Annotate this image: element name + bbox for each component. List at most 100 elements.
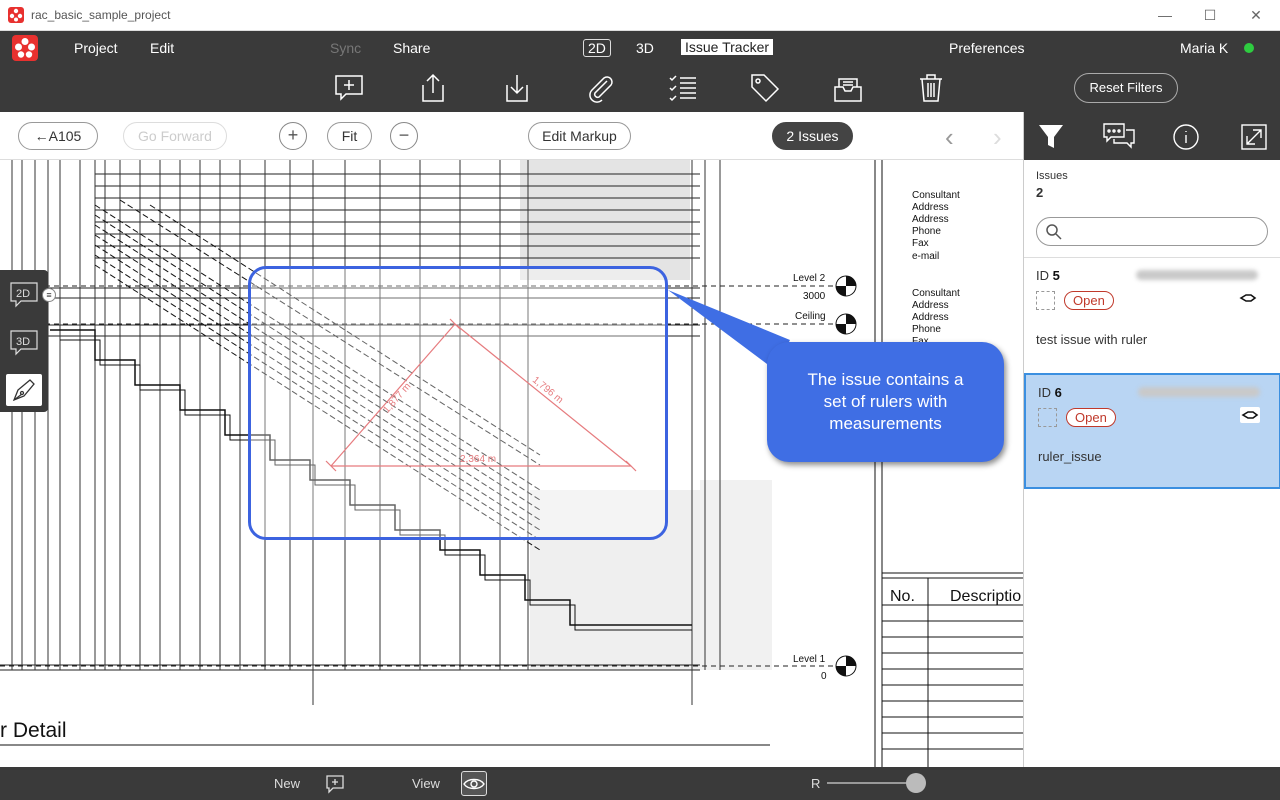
svg-text:Address: Address <box>912 214 949 225</box>
app-icon <box>8 7 24 23</box>
view-label: View <box>412 776 440 791</box>
level-1-label: Level 1 <box>793 654 826 665</box>
logo-icon <box>12 35 38 61</box>
issues-count: 2 <box>1036 185 1044 200</box>
online-status-icon <box>1244 43 1254 53</box>
minimize-button[interactable]: — <box>1154 4 1176 26</box>
menu-3d[interactable]: 3D <box>636 40 654 56</box>
menu-share[interactable]: Share <box>393 40 430 56</box>
slider-handle[interactable] <box>906 773 926 793</box>
next-arrow-icon[interactable]: › <box>993 122 1002 153</box>
issue-description: test issue with ruler <box>1036 332 1148 347</box>
menu-bar: Project Edit Sync Share 2D 3D Issue Trac… <box>0 31 1280 64</box>
side-view-toggle: 2D 3D ≡ <box>0 270 56 412</box>
window-title: rac_basic_sample_project <box>31 8 171 22</box>
redacted-author <box>1136 270 1258 280</box>
previous-arrow-icon[interactable]: ‹ <box>945 122 954 153</box>
new-issue-icon[interactable] <box>325 774 345 797</box>
level-markers: Level 2 3000 Ceiling Level 1 0 <box>793 273 857 682</box>
attachment-icon[interactable] <box>585 73 615 103</box>
comments-icon[interactable] <box>1102 122 1136 152</box>
ceiling-label: Ceiling <box>795 311 826 322</box>
fit-button[interactable]: Fit <box>327 122 372 150</box>
issues-label: Issues <box>1036 170 1068 182</box>
checklist-icon[interactable] <box>668 73 698 103</box>
expand-icon[interactable] <box>1239 122 1269 152</box>
app-window: rac_basic_sample_project — ☐ ✕ Project E… <box>0 0 1280 800</box>
issue-description: ruler_issue <box>1038 449 1102 464</box>
svg-text:Address: Address <box>912 312 949 323</box>
issue-checkbox[interactable] <box>1038 408 1057 427</box>
go-forward-button[interactable]: Go Forward <box>123 122 227 150</box>
navigation-row: ←A105 Go Forward + Fit − Edit Markup 2 I… <box>0 112 1023 160</box>
callout-annotation: The issue contains a set of rulers with … <box>767 342 1004 462</box>
issue-card[interactable]: ID 5 Open test issue with ruler <box>1024 257 1280 373</box>
issue-checkbox[interactable] <box>1036 291 1055 310</box>
issues-panel: Issues 2 ID 5 Open test issue with ruler… <box>1023 112 1280 800</box>
status-badge[interactable]: Open <box>1064 291 1114 310</box>
issue-card-selected[interactable]: ID 6 Open ruler_issue <box>1024 373 1280 489</box>
upload-icon[interactable] <box>418 73 448 103</box>
zoom-out-button[interactable]: − <box>390 122 418 150</box>
filter-icon[interactable] <box>1036 122 1066 152</box>
menu-preferences[interactable]: Preferences <box>949 40 1024 56</box>
bottom-bar: New View R <box>0 767 1023 800</box>
svg-text:Phone: Phone <box>912 324 941 335</box>
title-bar: rac_basic_sample_project — ☐ ✕ <box>0 0 1280 31</box>
svg-text:2D: 2D <box>16 288 30 300</box>
maximize-button[interactable]: ☐ <box>1199 4 1221 26</box>
slider-track[interactable] <box>827 782 917 784</box>
panel-header <box>1024 112 1280 160</box>
svg-text:Address: Address <box>912 300 949 311</box>
drag-handle-icon[interactable]: ≡ <box>42 288 56 302</box>
add-comment-icon[interactable] <box>334 73 364 103</box>
status-badge[interactable]: Open <box>1066 408 1116 427</box>
edit-markup-button[interactable]: Edit Markup <box>528 122 631 150</box>
redacted-author <box>1138 387 1260 397</box>
menu-issue-tracker[interactable]: Issue Tracker <box>681 39 774 55</box>
search-icon <box>1046 224 1062 240</box>
search-input[interactable] <box>1036 217 1268 246</box>
zoom-in-button[interactable]: + <box>279 122 307 150</box>
menu-project[interactable]: Project <box>74 40 118 56</box>
view-eye-icon[interactable] <box>461 771 487 796</box>
callout-line-2: set of rulers with <box>823 392 948 411</box>
svg-text:Fax: Fax <box>912 238 929 249</box>
download-icon[interactable] <box>502 73 532 103</box>
visibility-icon[interactable] <box>1240 407 1260 423</box>
callout-line-3: measurements <box>829 414 942 433</box>
view-3d-button[interactable]: 3D <box>9 328 39 358</box>
svg-text:Address: Address <box>912 202 949 213</box>
view-2d-button[interactable]: 2D <box>9 280 39 310</box>
info-icon[interactable] <box>1171 122 1201 152</box>
svg-text:Consultant: Consultant <box>912 190 960 201</box>
user-name[interactable]: Maria K <box>1180 40 1228 56</box>
level-2-value: 3000 <box>803 291 826 302</box>
issue-id: ID 5 <box>1036 268 1060 283</box>
visibility-icon[interactable] <box>1238 290 1258 306</box>
issues-count-button[interactable]: 2 Issues <box>772 122 853 150</box>
r-label: R <box>811 776 821 791</box>
table-header-no: No. <box>890 588 915 605</box>
tag-icon[interactable] <box>750 73 780 103</box>
svg-text:3D: 3D <box>16 336 30 348</box>
close-button[interactable]: ✕ <box>1245 4 1267 26</box>
inbox-icon[interactable] <box>833 73 863 103</box>
issue-id: ID 6 <box>1038 385 1062 400</box>
level-2-label: Level 2 <box>793 273 826 284</box>
trash-icon[interactable] <box>916 73 946 103</box>
menu-sync[interactable]: Sync <box>330 40 361 56</box>
bottom-bar-panel <box>1023 767 1280 800</box>
callout-line-1: The issue contains a <box>807 370 964 389</box>
svg-text:Phone: Phone <box>912 226 941 237</box>
svg-text:Consultant: Consultant <box>912 288 960 299</box>
back-button[interactable]: ←A105 <box>18 122 98 150</box>
issue-highlight-box <box>248 266 668 540</box>
menu-edit[interactable]: Edit <box>150 40 174 56</box>
reset-filters-button[interactable]: Reset Filters <box>1074 73 1178 103</box>
new-label: New <box>274 776 301 791</box>
markup-pen-button[interactable] <box>6 374 42 406</box>
detail-title: r Detail <box>0 719 67 742</box>
level-1-value: 0 <box>821 671 827 682</box>
menu-2d[interactable]: 2D <box>583 39 611 57</box>
